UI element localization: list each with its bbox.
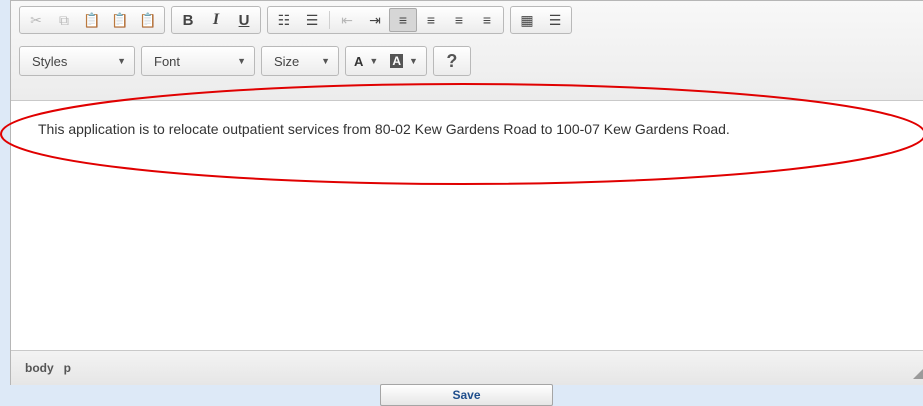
chevron-down-icon: ▼ — [408, 56, 418, 66]
styles-dropdown[interactable]: Styles ▼ — [19, 46, 135, 76]
increase-indent-icon[interactable]: ⇥ — [361, 8, 389, 32]
chevron-down-icon: ▼ — [237, 56, 246, 66]
italic-button[interactable]: I — [202, 8, 230, 32]
align-left-icon[interactable]: ≡ — [389, 8, 417, 32]
save-button[interactable]: Save — [380, 384, 553, 406]
font-dropdown[interactable]: Font ▼ — [141, 46, 255, 76]
list-group: ☷ ☰ ⇤ ⇥ ≡ ≡ ≡ ≡ — [267, 6, 504, 34]
text-color-button[interactable]: A ▼ — [354, 54, 378, 69]
toolbar-row-1: ✂ ⧉ 📋 📋 📋 B I U ☷ ☰ ⇤ ⇥ ≡ ≡ ≡ ≡ ▦ ☰ — [19, 5, 578, 35]
color-group: A ▼ A ▼ — [345, 46, 427, 76]
help-group: ? — [432, 46, 471, 76]
justify-icon[interactable]: ≡ — [473, 8, 501, 32]
chevron-down-icon: ▼ — [117, 56, 126, 66]
horizontal-rule-icon[interactable]: ☰ — [541, 8, 569, 32]
underline-button[interactable]: U — [230, 8, 258, 32]
path-item-body[interactable]: body — [25, 361, 54, 375]
separator — [329, 11, 330, 29]
toolbar-row-2: Styles ▼ Font ▼ Size ▼ A ▼ A ▼ ? — [19, 46, 477, 76]
align-center-icon[interactable]: ≡ — [417, 8, 445, 32]
align-right-icon[interactable]: ≡ — [445, 8, 473, 32]
cut-icon[interactable]: ✂ — [22, 8, 50, 32]
insert-group: ▦ ☰ — [510, 6, 572, 34]
decrease-indent-icon[interactable]: ⇤ — [333, 8, 361, 32]
element-path-bar: body p — [11, 350, 923, 385]
styles-dropdown-label: Styles — [32, 53, 68, 69]
annotation-ellipse — [0, 83, 923, 185]
format-group: B I U — [171, 6, 261, 34]
bulleted-list-icon[interactable]: ☰ — [298, 8, 326, 32]
text-color-icon: A — [354, 53, 364, 69]
background-color-button[interactable]: A ▼ — [390, 54, 418, 68]
font-dropdown-label: Font — [154, 53, 181, 69]
chevron-down-icon: ▼ — [369, 56, 379, 66]
background-color-icon: A — [390, 54, 403, 68]
paste-text-icon[interactable]: 📋 — [106, 8, 134, 32]
copy-icon[interactable]: ⧉ — [50, 8, 78, 32]
table-icon[interactable]: ▦ — [513, 8, 541, 32]
chevron-down-icon: ▼ — [321, 56, 330, 66]
rich-text-editor: ✂ ⧉ 📋 📋 📋 B I U ☷ ☰ ⇤ ⇥ ≡ ≡ ≡ ≡ ▦ ☰ Styl… — [10, 0, 923, 385]
clipboard-group: ✂ ⧉ 📋 📋 📋 — [19, 6, 165, 34]
numbered-list-icon[interactable]: ☷ — [270, 8, 298, 32]
size-dropdown-label: Size — [274, 53, 300, 69]
path-item-p[interactable]: p — [64, 361, 71, 375]
resize-handle-icon[interactable] — [913, 369, 923, 379]
paste-icon[interactable]: 📋 — [78, 8, 106, 32]
size-dropdown[interactable]: Size ▼ — [261, 46, 339, 76]
paste-word-icon[interactable]: 📋 — [134, 8, 162, 32]
help-button[interactable]: ? — [446, 51, 457, 72]
bold-button[interactable]: B — [174, 8, 202, 32]
